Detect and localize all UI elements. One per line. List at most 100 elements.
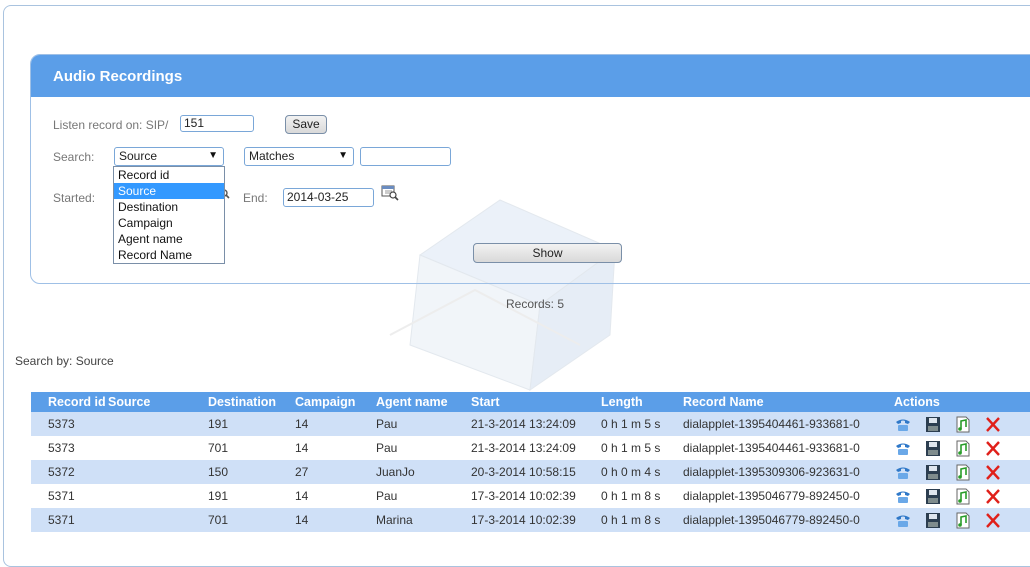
col-campaign[interactable]: Campaign — [295, 392, 376, 412]
delete-x-icon[interactable] — [984, 440, 1002, 457]
panel-title: Audio Recordings — [53, 68, 183, 85]
col-agent-name[interactable]: Agent name — [376, 392, 471, 412]
cell-source — [108, 436, 208, 460]
search-label: Search: — [53, 150, 95, 164]
floppy-disk-icon[interactable] — [924, 440, 942, 457]
calendar-search-icon[interactable] — [381, 185, 399, 201]
save-button[interactable]: Save — [285, 115, 327, 134]
floppy-disk-icon[interactable] — [924, 464, 942, 481]
chevron-down-icon: ▼ — [338, 150, 348, 161]
table-row[interactable]: 5371 701 14 Marina 17-3-2014 10:02:39 0 h 1 m… — [31, 508, 1030, 532]
cell-source — [108, 412, 208, 436]
delete-x-icon[interactable] — [984, 464, 1002, 481]
cell-record-id: 5373 — [31, 412, 108, 436]
cell-destination: 701 — [208, 436, 295, 460]
cell-start: 21-3-2014 13:24:09 — [471, 412, 601, 436]
listen-record-label: Listen record on: SIP/ — [53, 118, 169, 132]
col-source[interactable]: Source — [108, 392, 208, 412]
cell-start: 17-3-2014 10:02:39 — [471, 508, 601, 532]
row-actions — [894, 484, 1030, 508]
cell-record-id: 5373 — [31, 436, 108, 460]
floppy-disk-icon[interactable] — [924, 488, 942, 505]
phone-icon[interactable] — [894, 512, 912, 529]
cell-length: 0 h 1 m 8 s — [601, 508, 683, 532]
table-row[interactable]: 5372 150 27 JuanJo 20-3-2014 10:58:15 0 h 0 m… — [31, 460, 1030, 484]
cell-record-name: dialapplet-1395046779-892450-0 — [683, 508, 894, 532]
col-start[interactable]: Start — [471, 392, 601, 412]
col-destination[interactable]: Destination — [208, 392, 295, 412]
cell-record-id: 5372 — [31, 460, 108, 484]
delete-x-icon[interactable] — [984, 488, 1002, 505]
search-value-input[interactable] — [360, 147, 451, 166]
cell-start: 17-3-2014 10:02:39 — [471, 484, 601, 508]
cell-record-name: dialapplet-1395309306-923631-0 — [683, 460, 894, 484]
cell-campaign: 14 — [295, 436, 376, 460]
audio-file-icon[interactable] — [954, 464, 972, 481]
cell-campaign: 14 — [295, 508, 376, 532]
audio-file-icon[interactable] — [954, 440, 972, 457]
cell-campaign: 27 — [295, 460, 376, 484]
dropdown-option-record-name[interactable]: Record Name — [114, 247, 224, 263]
floppy-disk-icon[interactable] — [924, 512, 942, 529]
dropdown-option-destination[interactable]: Destination — [114, 199, 224, 215]
cell-source — [108, 484, 208, 508]
cell-length: 0 h 0 m 4 s — [601, 460, 683, 484]
col-record-id[interactable]: Record id — [31, 392, 108, 412]
row-actions — [894, 460, 1030, 484]
cell-length: 0 h 1 m 8 s — [601, 484, 683, 508]
cell-destination: 191 — [208, 484, 295, 508]
end-label: End: — [243, 191, 268, 205]
cell-record-name: dialapplet-1395046779-892450-0 — [683, 484, 894, 508]
end-date-input[interactable]: 2014-03-25 — [283, 188, 374, 207]
cell-source — [108, 460, 208, 484]
cell-length: 0 h 1 m 5 s — [601, 436, 683, 460]
search-by-label: Search by: Source — [15, 354, 114, 368]
sip-extension-input[interactable]: 151 — [180, 115, 254, 132]
search-field-dropdown: Record id Source Destination Campaign Ag… — [113, 166, 225, 264]
cell-destination: 701 — [208, 508, 295, 532]
floppy-disk-icon[interactable] — [924, 416, 942, 433]
cell-source — [108, 508, 208, 532]
cell-destination: 150 — [208, 460, 295, 484]
match-type-select[interactable]: Matches ▼ — [244, 147, 354, 166]
cell-agent-name: JuanJo — [376, 460, 471, 484]
show-button[interactable]: Show — [473, 243, 622, 263]
phone-icon[interactable] — [894, 488, 912, 505]
table-header-row: Record id Source Destination Campaign Ag… — [31, 392, 1030, 412]
audio-file-icon[interactable] — [954, 416, 972, 433]
audio-file-icon[interactable] — [954, 512, 972, 529]
table-row[interactable]: 5373 191 14 Pau 21-3-2014 13:24:09 0 h 1 m 5 … — [31, 412, 1030, 436]
dropdown-option-agent-name[interactable]: Agent name — [114, 231, 224, 247]
search-field-select[interactable]: Source ▼ — [114, 147, 224, 166]
delete-x-icon[interactable] — [984, 416, 1002, 433]
cell-agent-name: Pau — [376, 436, 471, 460]
cell-campaign: 14 — [295, 412, 376, 436]
phone-icon[interactable] — [894, 464, 912, 481]
recordings-table: Record id Source Destination Campaign Ag… — [31, 392, 1030, 532]
row-actions — [894, 436, 1030, 460]
table-row[interactable]: 5373 701 14 Pau 21-3-2014 13:24:09 0 h 1 m 5 … — [31, 436, 1030, 460]
cell-campaign: 14 — [295, 484, 376, 508]
cell-record-id: 5371 — [31, 484, 108, 508]
cell-record-id: 5371 — [31, 508, 108, 532]
dropdown-option-record-id[interactable]: Record id — [114, 167, 224, 183]
match-type-selected: Matches — [249, 149, 295, 163]
delete-x-icon[interactable] — [984, 512, 1002, 529]
audio-file-icon[interactable] — [954, 488, 972, 505]
dropdown-option-source[interactable]: Source — [114, 183, 224, 199]
cell-agent-name: Pau — [376, 412, 471, 436]
phone-icon[interactable] — [894, 416, 912, 433]
col-actions: Actions — [894, 392, 1030, 412]
dropdown-option-campaign[interactable]: Campaign — [114, 215, 224, 231]
col-length[interactable]: Length — [601, 392, 683, 412]
col-record-name[interactable]: Record Name — [683, 392, 894, 412]
panel-header: Audio Recordings — [31, 55, 1030, 97]
cell-length: 0 h 1 m 5 s — [601, 412, 683, 436]
table-row[interactable]: 5371 191 14 Pau 17-3-2014 10:02:39 0 h 1 m 8 … — [31, 484, 1030, 508]
phone-icon[interactable] — [894, 440, 912, 457]
started-label: Started: — [53, 191, 96, 205]
cell-destination: 191 — [208, 412, 295, 436]
cell-agent-name: Marina — [376, 508, 471, 532]
chevron-down-icon: ▼ — [208, 150, 218, 161]
cell-record-name: dialapplet-1395404461-933681-0 — [683, 436, 894, 460]
